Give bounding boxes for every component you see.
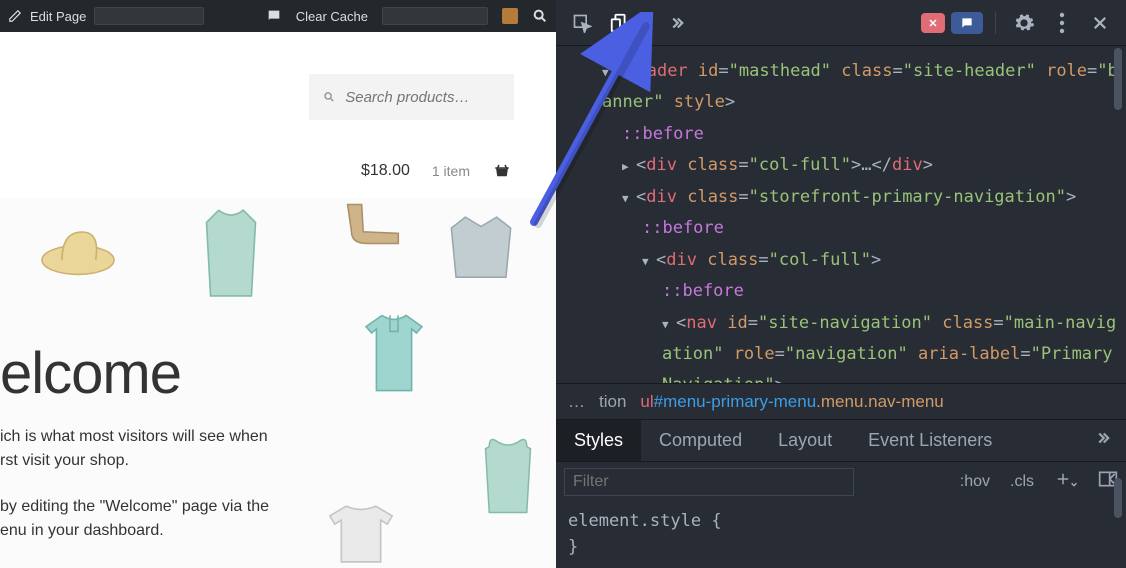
device-toggle-button[interactable] (604, 7, 636, 39)
hero-section: elcome ich is what most visitors will se… (0, 198, 556, 568)
cart-price: $18.00 (361, 162, 410, 180)
scrollbar-thumb[interactable] (1114, 48, 1122, 110)
page-title: elcome (0, 340, 269, 407)
hero-paragraph-1: ich is what most visitors will see when … (0, 425, 269, 473)
shirt-illustration (190, 202, 272, 300)
polo-illustration (354, 308, 434, 398)
elements-breadcrumb[interactable]: … tion ul#menu-primary-menu.menu.nav-men… (556, 383, 1126, 419)
kebab-menu-button[interactable] (1046, 7, 1078, 39)
hoodie-illustration (478, 430, 538, 520)
cls-toggle[interactable]: .cls (1010, 473, 1034, 491)
tab-event-listeners[interactable]: Event Listeners (850, 420, 1010, 461)
close-devtools-button[interactable] (1084, 7, 1116, 39)
breadcrumb-ellipsis: … (568, 392, 585, 412)
cart-item-count: 1 item (432, 163, 470, 179)
jacket-illustration (442, 210, 520, 282)
tab-layout[interactable]: Layout (760, 420, 850, 461)
settings-button[interactable] (1008, 7, 1040, 39)
cart-summary[interactable]: $18.00 1 item (361, 136, 514, 180)
website-preview-panel: Edit Page Clear Cache $18.00 1 item (0, 0, 556, 568)
search-icon[interactable] (532, 8, 548, 24)
edit-page-link[interactable]: Edit Page (30, 9, 86, 24)
hat-illustration (36, 216, 120, 280)
comment-icon[interactable] (266, 8, 282, 24)
hero-paragraph-2: by editing the "Welcome" page via the en… (0, 495, 269, 543)
hov-toggle[interactable]: :hov (960, 473, 990, 491)
tab-computed[interactable]: Computed (641, 420, 760, 461)
inspect-element-button[interactable] (566, 7, 598, 39)
styles-rules[interactable]: element.style { } (556, 501, 1126, 568)
product-search-box[interactable] (309, 74, 514, 120)
issues-badge[interactable] (951, 12, 983, 34)
new-style-button[interactable] (1054, 470, 1078, 493)
search-input[interactable] (345, 89, 500, 106)
clear-cache-link[interactable]: Clear Cache (296, 9, 368, 24)
devtools-toolbar (556, 0, 1126, 46)
more-tabs-icon[interactable] (1080, 429, 1126, 452)
search-icon (323, 90, 335, 104)
basket-icon (492, 162, 512, 180)
more-tabs-button[interactable] (661, 7, 693, 39)
hero-text-block: elcome ich is what most visitors will se… (0, 340, 269, 543)
scrollbar-thumb[interactable] (1114, 478, 1122, 518)
devtools-panel: ▼<header id="masthead" class="site-heade… (556, 0, 1126, 568)
avatar[interactable] (502, 8, 518, 24)
boot-illustration (332, 200, 410, 248)
edit-icon (8, 9, 22, 23)
styles-filter-row: :hov .cls (556, 461, 1126, 501)
admin-input[interactable] (94, 7, 204, 25)
site-header: $18.00 1 item (0, 32, 556, 198)
elements-dom-tree[interactable]: ▼<header id="masthead" class="site-heade… (556, 46, 1126, 383)
error-badge[interactable] (921, 13, 945, 33)
admin-input-2[interactable] (382, 7, 488, 25)
wp-admin-bar: Edit Page Clear Cache (0, 0, 556, 32)
breadcrumb-selected[interactable]: ul#menu-primary-menu.menu.nav-menu (640, 392, 943, 412)
styles-filter-input[interactable] (564, 468, 854, 496)
breadcrumb-truncated[interactable]: tion (599, 392, 626, 412)
styles-tab-bar: Styles Computed Layout Event Listeners (556, 419, 1126, 461)
tshirt-illustration (320, 498, 402, 568)
tab-styles[interactable]: Styles (556, 420, 641, 461)
